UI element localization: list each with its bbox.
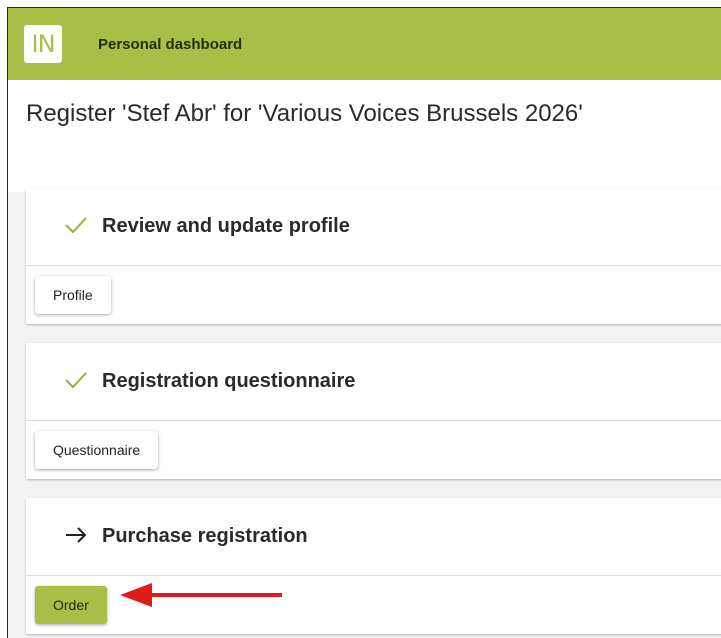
logo-text: IN [31, 30, 55, 58]
app-window: IN Personal dashboard Register 'Stef Abr… [7, 7, 721, 638]
arrow-right-icon [64, 525, 94, 549]
step-title: Purchase registration [102, 525, 308, 547]
profile-button[interactable]: Profile [35, 276, 111, 314]
annotation-arrow-icon [120, 583, 282, 607]
step-card-profile: Review and update profile Profile [26, 188, 721, 324]
step-card-questionnaire: Registration questionnaire Questionnaire [26, 343, 721, 479]
step-title: Registration questionnaire [102, 370, 356, 392]
step-header: Purchase registration [26, 498, 721, 576]
step-header: Registration questionnaire [26, 343, 721, 421]
order-button[interactable]: Order [35, 586, 107, 624]
step-body: Questionnaire [26, 421, 721, 479]
app-logo[interactable]: IN [24, 25, 62, 63]
step-title: Review and update profile [102, 215, 350, 237]
check-icon [64, 370, 94, 394]
check-icon [64, 215, 94, 239]
step-header: Review and update profile [26, 188, 721, 266]
step-body: Profile [26, 266, 721, 324]
questionnaire-button[interactable]: Questionnaire [35, 431, 159, 469]
page-title: Register 'Stef Abr' for 'Various Voices … [26, 100, 583, 127]
page-header: Register 'Stef Abr' for 'Various Voices … [8, 80, 721, 192]
top-bar: IN Personal dashboard [8, 8, 721, 80]
dashboard-link[interactable]: Personal dashboard [98, 36, 242, 53]
step-card-purchase: Purchase registration Order [26, 498, 721, 634]
